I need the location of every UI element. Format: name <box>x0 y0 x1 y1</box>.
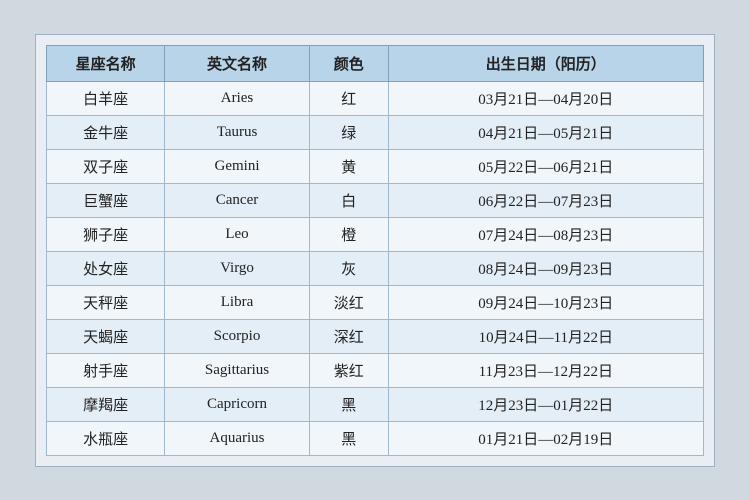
cell-date: 01月21日—02月19日 <box>388 421 703 455</box>
cell-chinese: 天秤座 <box>47 285 165 319</box>
table-row: 白羊座Aries红03月21日—04月20日 <box>47 81 704 115</box>
cell-chinese: 射手座 <box>47 353 165 387</box>
cell-date: 07月24日—08月23日 <box>388 217 703 251</box>
table-row: 天秤座Libra淡红09月24日—10月23日 <box>47 285 704 319</box>
zodiac-table: 星座名称 英文名称 颜色 出生日期（阳历） 白羊座Aries红03月21日—04… <box>46 45 704 456</box>
cell-chinese: 金牛座 <box>47 115 165 149</box>
cell-english: Aquarius <box>165 421 310 455</box>
cell-color: 白 <box>309 183 388 217</box>
cell-date: 08月24日—09月23日 <box>388 251 703 285</box>
cell-date: 09月24日—10月23日 <box>388 285 703 319</box>
cell-date: 05月22日—06月21日 <box>388 149 703 183</box>
cell-english: Capricorn <box>165 387 310 421</box>
cell-english: Scorpio <box>165 319 310 353</box>
cell-english: Sagittarius <box>165 353 310 387</box>
cell-date: 03月21日—04月20日 <box>388 81 703 115</box>
table-row: 双子座Gemini黄05月22日—06月21日 <box>47 149 704 183</box>
table-row: 水瓶座Aquarius黑01月21日—02月19日 <box>47 421 704 455</box>
cell-chinese: 处女座 <box>47 251 165 285</box>
cell-color: 灰 <box>309 251 388 285</box>
cell-chinese: 狮子座 <box>47 217 165 251</box>
cell-english: Gemini <box>165 149 310 183</box>
table-row: 天蝎座Scorpio深红10月24日—11月22日 <box>47 319 704 353</box>
cell-english: Aries <box>165 81 310 115</box>
cell-color: 紫红 <box>309 353 388 387</box>
cell-english: Taurus <box>165 115 310 149</box>
cell-color: 黄 <box>309 149 388 183</box>
cell-english: Virgo <box>165 251 310 285</box>
cell-chinese: 水瓶座 <box>47 421 165 455</box>
cell-english: Leo <box>165 217 310 251</box>
table-row: 摩羯座Capricorn黑12月23日—01月22日 <box>47 387 704 421</box>
cell-chinese: 天蝎座 <box>47 319 165 353</box>
cell-color: 淡红 <box>309 285 388 319</box>
header-chinese: 星座名称 <box>47 45 165 81</box>
table-row: 金牛座Taurus绿04月21日—05月21日 <box>47 115 704 149</box>
cell-color: 深红 <box>309 319 388 353</box>
cell-date: 06月22日—07月23日 <box>388 183 703 217</box>
cell-date: 12月23日—01月22日 <box>388 387 703 421</box>
cell-color: 橙 <box>309 217 388 251</box>
cell-english: Cancer <box>165 183 310 217</box>
header-color: 颜色 <box>309 45 388 81</box>
cell-chinese: 巨蟹座 <box>47 183 165 217</box>
table-row: 处女座Virgo灰08月24日—09月23日 <box>47 251 704 285</box>
cell-date: 11月23日—12月22日 <box>388 353 703 387</box>
cell-color: 红 <box>309 81 388 115</box>
cell-color: 黑 <box>309 421 388 455</box>
table-row: 巨蟹座Cancer白06月22日—07月23日 <box>47 183 704 217</box>
cell-date: 04月21日—05月21日 <box>388 115 703 149</box>
table-row: 狮子座Leo橙07月24日—08月23日 <box>47 217 704 251</box>
cell-english: Libra <box>165 285 310 319</box>
table-row: 射手座Sagittarius紫红11月23日—12月22日 <box>47 353 704 387</box>
zodiac-table-container: 星座名称 英文名称 颜色 出生日期（阳历） 白羊座Aries红03月21日—04… <box>35 34 715 467</box>
table-header-row: 星座名称 英文名称 颜色 出生日期（阳历） <box>47 45 704 81</box>
cell-date: 10月24日—11月22日 <box>388 319 703 353</box>
cell-color: 绿 <box>309 115 388 149</box>
cell-color: 黑 <box>309 387 388 421</box>
header-english: 英文名称 <box>165 45 310 81</box>
cell-chinese: 白羊座 <box>47 81 165 115</box>
header-date: 出生日期（阳历） <box>388 45 703 81</box>
cell-chinese: 摩羯座 <box>47 387 165 421</box>
cell-chinese: 双子座 <box>47 149 165 183</box>
